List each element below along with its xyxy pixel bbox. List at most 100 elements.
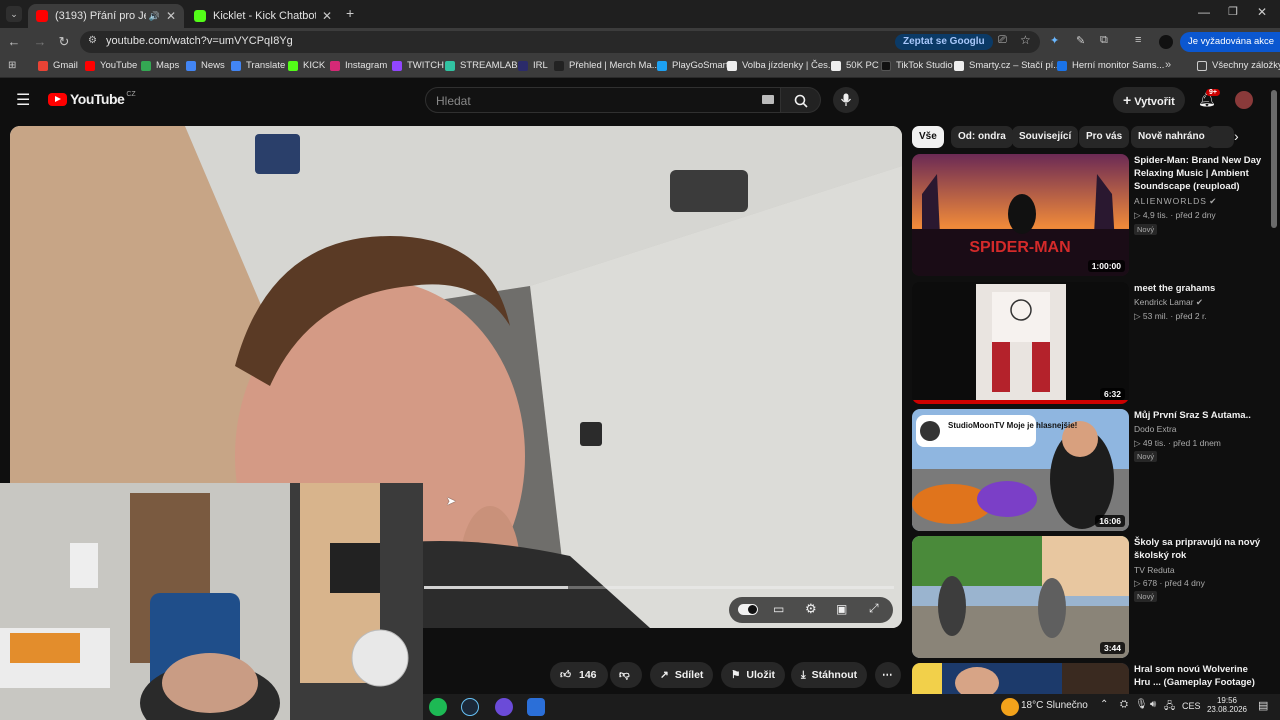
back-icon[interactable]: ← [6, 34, 22, 49]
video-title[interactable]: meet the grahams [1134, 282, 1264, 295]
account-avatar[interactable] [1235, 91, 1253, 109]
autoplay-toggle[interactable] [738, 604, 758, 615]
steam-icon[interactable] [461, 698, 479, 716]
bookmark-volba-jizdenky[interactable]: Volba jízdenky | Čes... [727, 60, 836, 71]
streaming-app-icon[interactable] [495, 698, 513, 716]
video-thumbnail[interactable]: 6:32 [912, 282, 1129, 404]
keyboard-icon[interactable] [762, 95, 774, 104]
tray-expand-icon[interactable]: ⌃ [1100, 699, 1108, 710]
settings-gear-icon[interactable]: ⚙ [805, 601, 817, 617]
close-tab-icon[interactable]: ✕ [166, 9, 176, 23]
address-bar[interactable]: ⚙ youtube.com/watch?v=umVYCPqI8Yg Zeptat… [80, 31, 1040, 53]
channel-name[interactable]: TV Reduta [1134, 565, 1175, 575]
app-icon[interactable] [527, 698, 545, 716]
chip-for-you[interactable]: Pro vás [1079, 126, 1130, 148]
channel-name[interactable]: Kendrick Lamar ✔ [1134, 297, 1203, 308]
youtube-logo[interactable]: YouTube CZ [48, 91, 136, 107]
chip-related[interactable]: Související [1012, 126, 1079, 148]
chip-all[interactable]: Vše [912, 126, 944, 148]
video-thumbnail[interactable]: SPIDER-MAN 1:00:00 [912, 154, 1129, 276]
fullscreen-icon[interactable]: ⤢ [869, 601, 879, 616]
save-button[interactable]: ⚑ Uložit [721, 662, 785, 688]
weather-icon[interactable] [1001, 698, 1019, 716]
site-info-icon[interactable]: ⚙ [88, 35, 97, 46]
bookmark-playgosmart[interactable]: PlayGoSmart [657, 60, 729, 71]
bookmark-kick[interactable]: KICK [288, 60, 325, 71]
chips-next-chevron-icon[interactable]: › [1234, 128, 1239, 144]
extension-icon[interactable]: ✎ [1076, 34, 1085, 47]
subtitles-icon[interactable]: ▭ [773, 602, 784, 616]
video-title[interactable]: Školy sa pripravujú na nový školský rok [1134, 536, 1264, 562]
action-required-button[interactable]: Je vyžadována akce ⋮ [1180, 32, 1280, 52]
recommendation-item[interactable]: SPIDER-MAN 1:00:00 Spider-Man: Brand New… [912, 154, 1272, 276]
create-button[interactable]: + Vytvořit [1113, 87, 1185, 113]
extension-icon[interactable]: ✦ [1050, 34, 1059, 47]
more-actions-button[interactable]: ⋯ [875, 662, 901, 688]
video-thumbnail[interactable]: 3:44 [912, 536, 1129, 658]
recommendation-item[interactable]: 6:32 meet the grahams Kendrick Lamar ✔ ▷… [912, 282, 1272, 404]
extensions-puzzle-icon[interactable]: ⧉ [1100, 34, 1108, 47]
tray-icon[interactable]: ⛭ [1120, 699, 1128, 710]
bookmark-50k-pc[interactable]: 50K PC [831, 60, 879, 71]
channel-name[interactable]: ALIENWORLDS ✔ [1134, 196, 1216, 207]
bookmark-maps[interactable]: Maps [141, 60, 179, 71]
download-button[interactable]: ⤓ Stáhnout [791, 662, 868, 688]
bookmark-youtube[interactable]: YouTube [85, 60, 137, 71]
bookmark-instagram[interactable]: Instagram [330, 60, 387, 71]
bookmark-merch[interactable]: Přehled | Merch Ma... [554, 60, 660, 71]
clock[interactable]: 19:56 23.08.2026 [1205, 696, 1249, 714]
language-indicator[interactable]: CES [1182, 701, 1201, 711]
bookmark-herni-monitor[interactable]: Herní monitor Sams... [1057, 60, 1164, 71]
tab-search-icon[interactable]: ⌄ [6, 6, 22, 22]
bookmark-star-icon[interactable]: ☆ [1020, 33, 1031, 47]
voice-search-button[interactable] [833, 87, 859, 113]
bookmark-tiktok-studio[interactable]: TikTok Studio [881, 60, 953, 71]
video-progress-bar[interactable] [424, 586, 894, 589]
volume-icon[interactable]: 🔊︎ [1150, 699, 1156, 710]
restore-icon[interactable]: ❐ [1228, 5, 1238, 18]
profile-avatar[interactable] [1159, 35, 1173, 49]
close-window-icon[interactable]: ✕ [1257, 5, 1267, 19]
share-button[interactable]: ↗ Sdílet [650, 662, 714, 688]
network-icon[interactable]: 🖧︎ [1164, 699, 1175, 716]
recommendation-item[interactable]: 3:44 Školy sa pripravujú na nový školský… [912, 536, 1272, 658]
bookmark-gmail[interactable]: Gmail [38, 60, 78, 71]
video-title[interactable]: Spider-Man: Brand New Day Relaxing Music… [1134, 154, 1264, 193]
chip-from-ondra[interactable]: Od: ondra [951, 126, 1013, 148]
bookmark-translate[interactable]: Translate [231, 60, 285, 71]
search-input[interactable]: Hledat [425, 87, 781, 113]
close-tab-icon[interactable]: ✕ [322, 9, 332, 23]
bookmark-streamlabs[interactable]: STREAMLABS [445, 60, 524, 71]
chip-recently-uploaded[interactable]: Nově nahráno [1131, 126, 1212, 148]
bookmark-smarty[interactable]: Smarty.cz – Stačí pí... [954, 60, 1061, 71]
tab-youtube[interactable]: (3193) Přání pro Ježíška - Yo 🔊 ✕ [28, 4, 184, 28]
dislike-button[interactable]: 👎︎ [610, 662, 642, 688]
recommendation-item[interactable]: StudioMoonTV Moje je hlasnejšie! 16:06 M… [912, 409, 1272, 531]
weather-text[interactable]: 18°C Slunečno [1021, 700, 1088, 711]
recommendation-item[interactable]: Hral som novú Wolverine Hru ... (Gamepla… [912, 663, 1272, 694]
minimize-icon[interactable]: — [1198, 5, 1210, 19]
page-scrollbar[interactable] [1271, 90, 1277, 228]
video-title[interactable]: Můj První Sraz S Autama.. [1134, 409, 1264, 422]
video-thumbnail[interactable]: StudioMoonTV Moje je hlasnejšie! 16:06 [912, 409, 1129, 531]
theater-mode-icon[interactable]: ▣ [836, 602, 847, 616]
bookmark-irl[interactable]: IRL [518, 60, 548, 71]
channel-name[interactable]: Dodo Extra [1134, 424, 1177, 434]
reload-icon[interactable]: ↻ [56, 34, 72, 50]
bookmark-twitch[interactable]: TWITCH [392, 60, 444, 71]
tab-list-icon[interactable]: ≡ [1135, 34, 1141, 46]
all-bookmarks-folder[interactable]: Všechny záložky [1197, 60, 1280, 71]
microphone-tray-icon[interactable]: 🎙︎ [1135, 699, 1148, 710]
bookmark-news[interactable]: News [186, 60, 225, 71]
spotify-icon[interactable] [429, 698, 447, 716]
search-button[interactable] [781, 87, 821, 113]
video-title[interactable]: Hral som novú Wolverine Hru ... (Gamepla… [1134, 663, 1264, 689]
ask-google-button[interactable]: Zeptat se Googlu [895, 34, 993, 50]
forward-icon[interactable]: → [32, 34, 48, 49]
speaker-icon[interactable]: 🔊 [149, 11, 160, 22]
menu-hamburger-icon[interactable]: ☰ [16, 90, 30, 110]
like-button[interactable]: 👍︎ 146 [550, 662, 608, 688]
new-tab-icon[interactable]: + [346, 5, 354, 21]
tab-kicklet[interactable]: Kicklet - Kick Chatbot, Kick Wid ✕ [186, 4, 340, 28]
notification-center-icon[interactable]: ▤ [1258, 699, 1268, 712]
